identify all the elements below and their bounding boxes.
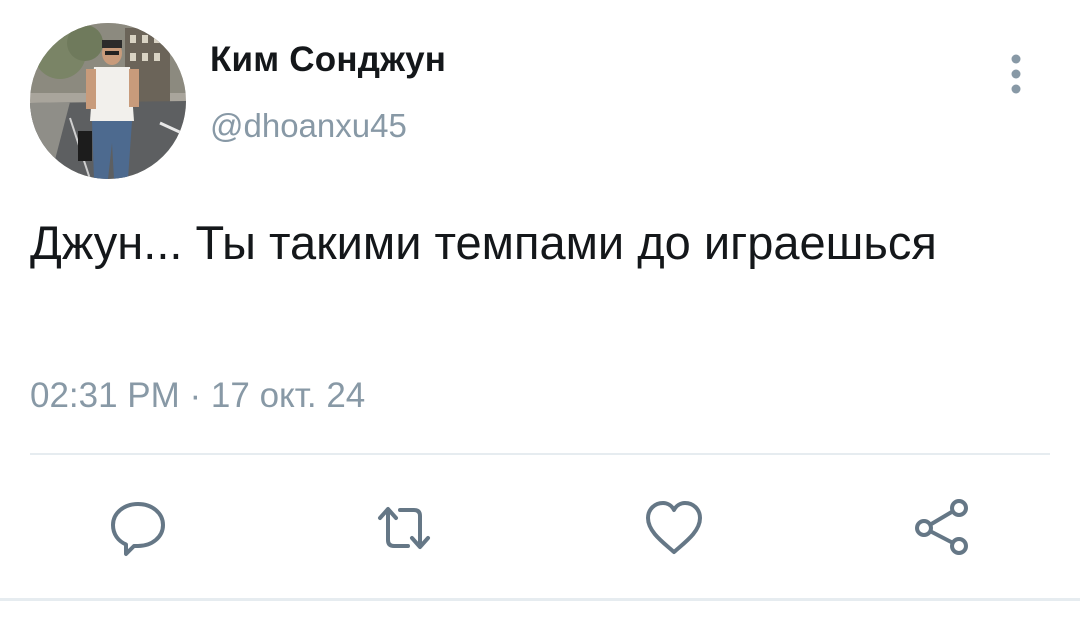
like-button[interactable]	[642, 496, 706, 560]
display-name[interactable]: Ким Сонджун	[210, 40, 446, 80]
share-button[interactable]	[910, 496, 974, 560]
more-options-button[interactable]	[996, 50, 1036, 100]
reply-button[interactable]	[106, 496, 170, 560]
divider	[30, 453, 1050, 455]
retweet-button[interactable]	[372, 496, 436, 560]
reply-icon	[111, 502, 165, 556]
tweet-text: Джун... Ты такими темпами до играешься	[30, 216, 937, 269]
share-icon	[915, 499, 968, 555]
retweet-icon	[378, 507, 430, 549]
tweet-card: Ким Сонджун @dhoanxu45 Джун... Ты такими…	[0, 0, 1080, 618]
avatar[interactable]	[30, 23, 186, 179]
user-handle[interactable]: @dhoanxu45	[210, 107, 407, 145]
heart-icon	[646, 501, 702, 554]
tweet-timestamp[interactable]: 02:31 PM · 17 окт. 24	[30, 376, 365, 416]
more-vertical-icon	[1011, 54, 1021, 94]
divider	[0, 598, 1080, 601]
avatar-photo	[30, 23, 186, 179]
